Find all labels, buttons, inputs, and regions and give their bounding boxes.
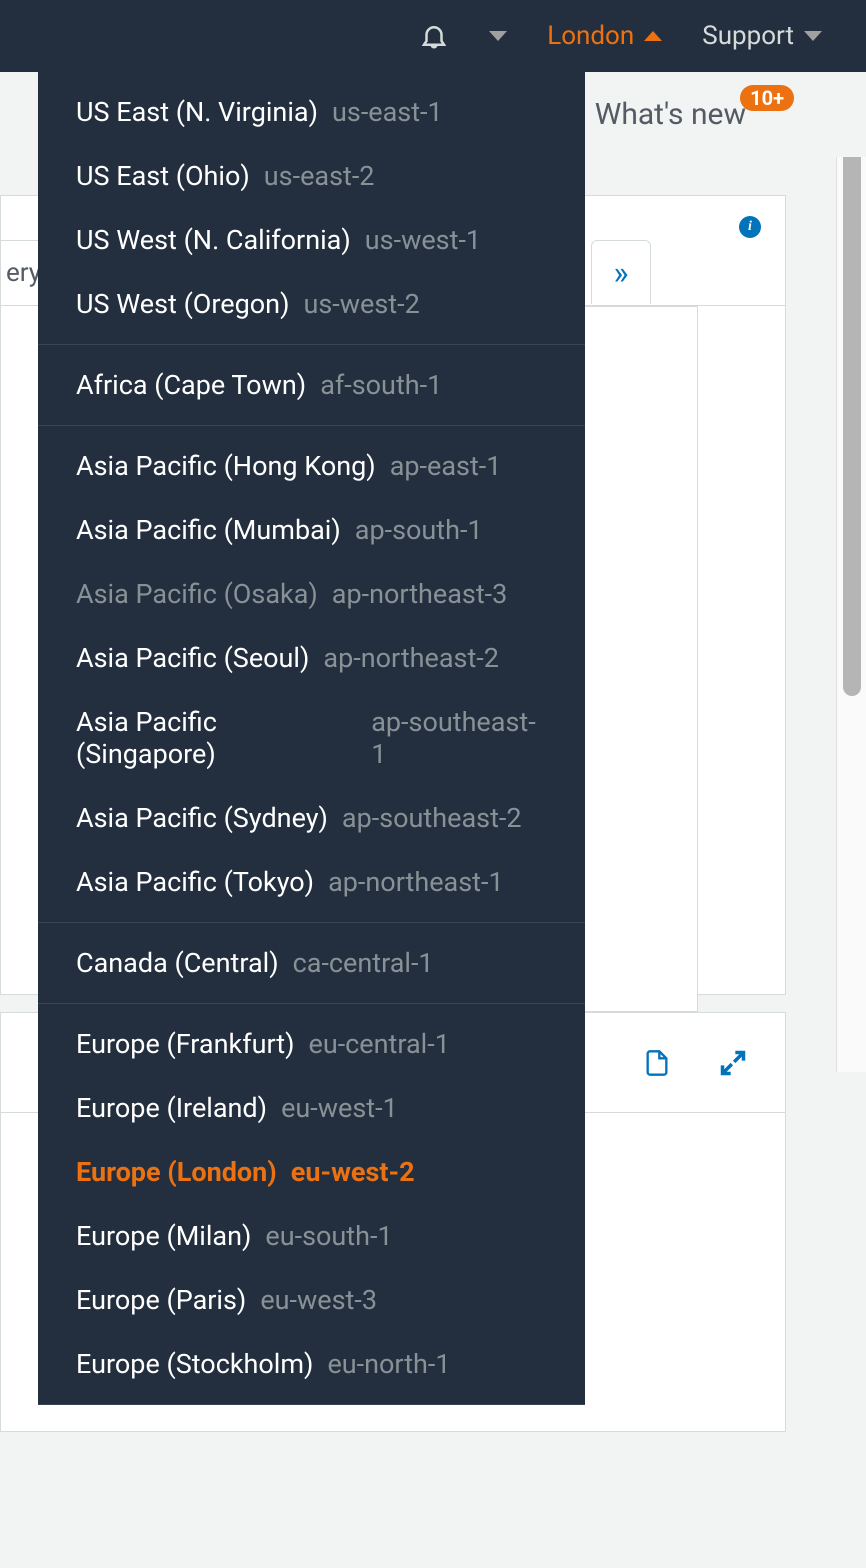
scrollbar-track[interactable]: [836, 72, 866, 1072]
region-name: US West (Oregon): [76, 288, 289, 320]
region-code: us-west-1: [365, 224, 481, 256]
region-item[interactable]: US East (N. Virginia) us-east-1: [38, 72, 585, 144]
whats-new-link[interactable]: What's new 10+: [595, 87, 746, 142]
region-name: Europe (Frankfurt): [76, 1028, 295, 1060]
region-code: eu-west-3: [260, 1284, 377, 1316]
caret-down-icon: [804, 31, 822, 41]
region-name: Europe (Ireland): [76, 1092, 267, 1124]
region-item[interactable]: Asia Pacific (Sydney) ap-southeast-2: [38, 786, 585, 850]
region-label: London: [547, 21, 634, 51]
region-code: eu-west-1: [281, 1092, 398, 1124]
chevron-right-icon: »: [614, 254, 629, 292]
region-item[interactable]: US West (N. California) us-west-1: [38, 208, 585, 272]
region-code: ap-southeast-1: [371, 706, 547, 770]
region-name: Europe (Milan): [76, 1220, 251, 1252]
support-label: Support: [702, 21, 794, 51]
region-selector[interactable]: London: [527, 21, 682, 51]
region-item[interactable]: Europe (Ireland) eu-west-1: [38, 1076, 585, 1140]
region-name: Europe (Stockholm): [76, 1348, 313, 1380]
info-icon[interactable]: i: [739, 216, 761, 238]
region-name: Africa (Cape Town): [76, 369, 306, 401]
account-menu[interactable]: [469, 31, 527, 41]
tab-partial-text: ery: [6, 258, 41, 288]
region-name: Asia Pacific (Singapore): [76, 706, 357, 770]
region-group: Europe (Frankfurt) eu-central-1 Europe (Ir…: [38, 1004, 585, 1405]
document-icon[interactable]: [643, 1049, 671, 1077]
caret-down-icon: [489, 31, 507, 41]
whats-new-badge: 10+: [740, 85, 794, 111]
region-code: us-east-1: [332, 96, 443, 128]
region-name: Asia Pacific (Mumbai): [76, 514, 341, 546]
region-group: US East (N. Virginia) us-east-1 US East (O…: [38, 72, 585, 345]
region-code: ap-south-1: [355, 514, 483, 546]
region-item[interactable]: Asia Pacific (Tokyo) ap-northeast-1: [38, 850, 585, 922]
region-code: ap-northeast-1: [328, 866, 504, 898]
region-item[interactable]: Europe (Paris) eu-west-3: [38, 1268, 585, 1332]
region-name: US East (Ohio): [76, 160, 250, 192]
region-code: ap-southeast-2: [342, 802, 522, 834]
region-name: US East (N. Virginia): [76, 96, 318, 128]
region-item[interactable]: Asia Pacific (Hong Kong) ap-east-1: [38, 426, 585, 498]
region-item[interactable]: Europe (Frankfurt) eu-central-1: [38, 1004, 585, 1076]
region-name: Europe (Paris): [76, 1284, 246, 1316]
region-item[interactable]: US West (Oregon) us-west-2: [38, 272, 585, 344]
region-item[interactable]: Asia Pacific (Mumbai) ap-south-1: [38, 498, 585, 562]
region-item[interactable]: Europe (Stockholm) eu-north-1: [38, 1332, 585, 1404]
region-code: eu-central-1: [309, 1028, 450, 1060]
region-item[interactable]: Europe (London) eu-west-2: [38, 1140, 585, 1204]
region-code: ap-northeast-2: [323, 642, 499, 674]
region-code: ap-east-1: [390, 450, 502, 482]
region-name: Asia Pacific (Osaka): [76, 578, 318, 610]
caret-up-icon: [644, 31, 662, 41]
region-code: us-west-2: [303, 288, 419, 320]
notifications-menu[interactable]: [399, 21, 469, 51]
expand-icon[interactable]: [719, 1049, 747, 1077]
region-name: Asia Pacific (Tokyo): [76, 866, 314, 898]
region-item[interactable]: Africa (Cape Town) af-south-1: [38, 345, 585, 425]
region-item[interactable]: Canada (Central) ca-central-1: [38, 923, 585, 1003]
region-item[interactable]: Asia Pacific (Seoul) ap-northeast-2: [38, 626, 585, 690]
region-name: Asia Pacific (Seoul): [76, 642, 309, 674]
region-code: af-south-1: [320, 369, 442, 401]
region-item[interactable]: US East (Ohio) us-east-2: [38, 144, 585, 208]
region-group: Africa (Cape Town) af-south-1: [38, 345, 585, 426]
scrollbar-thumb[interactable]: [843, 76, 861, 696]
tab-scroll-right[interactable]: »: [591, 240, 651, 304]
region-name: Canada (Central): [76, 947, 279, 979]
whats-new-label: What's new: [595, 97, 746, 132]
region-code: ap-northeast-3: [332, 578, 508, 610]
region-name: US West (N. California): [76, 224, 351, 256]
region-code: eu-north-1: [327, 1348, 450, 1380]
region-code: ca-central-1: [293, 947, 434, 979]
region-name: Asia Pacific (Sydney): [76, 802, 328, 834]
region-item[interactable]: Europe (Milan) eu-south-1: [38, 1204, 585, 1268]
region-item[interactable]: Asia Pacific (Singapore)ap-southeast-1: [38, 690, 585, 786]
bell-icon: [419, 21, 449, 51]
support-menu[interactable]: Support: [682, 21, 842, 51]
region-group: Canada (Central) ca-central-1: [38, 923, 585, 1004]
region-code: us-east-2: [264, 160, 375, 192]
region-name: Asia Pacific (Hong Kong): [76, 450, 376, 482]
region-code: eu-west-2: [291, 1156, 415, 1188]
top-navigation: London Support: [0, 0, 866, 72]
region-name: Europe (London): [76, 1156, 277, 1188]
region-item: Asia Pacific (Osaka) ap-northeast-3: [38, 562, 585, 626]
region-group: Asia Pacific (Hong Kong)ap-east-1Asia Pa…: [38, 426, 585, 923]
region-dropdown: US East (N. Virginia) us-east-1 US East (O…: [38, 72, 585, 1405]
region-code: eu-south-1: [265, 1220, 392, 1252]
